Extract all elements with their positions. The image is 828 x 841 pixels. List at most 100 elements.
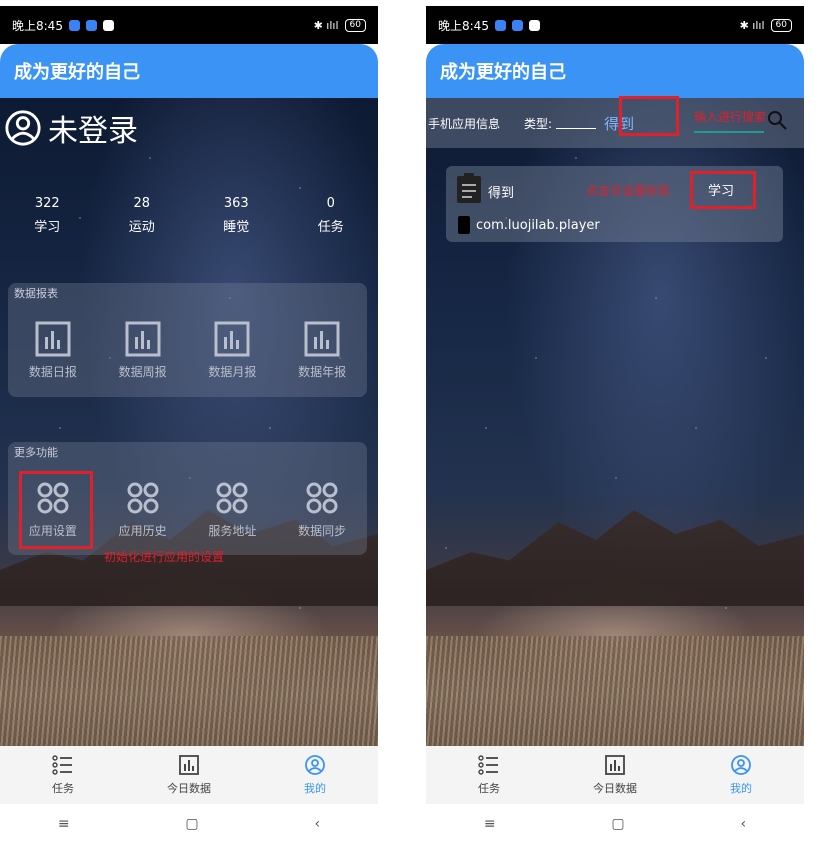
- profile-icon: [305, 755, 325, 775]
- tile-label: 数据同步: [298, 524, 347, 538]
- annotation-init-settings: 初始化进行应用的设置: [104, 550, 225, 564]
- menu-icon[interactable]: ≡: [484, 816, 496, 832]
- home-icon[interactable]: ▢: [185, 816, 198, 832]
- reports-title: 数据报表: [14, 287, 58, 300]
- system-nav-bar: ≡ ▢ ‹: [426, 804, 804, 839]
- filter-toolbar: 手机应用信息 类型: 得到 输入进行搜索: [426, 98, 804, 148]
- grid-dots-icon: [306, 482, 338, 514]
- notification-app-icon: [68, 19, 80, 31]
- app-package-name: com.luojilab.player: [476, 218, 600, 233]
- signal-icon: ✱ ılıl: [313, 18, 339, 32]
- user-avatar-icon: [5, 110, 41, 146]
- stat-label: 睡觉: [223, 220, 250, 235]
- report-weekly-button[interactable]: 数据周报: [98, 321, 188, 380]
- stat-sleep: 363 睡觉: [189, 192, 284, 240]
- notification-app-icon: [528, 19, 540, 31]
- tile-label: 应用历史: [118, 524, 167, 538]
- highlight-type-chip: [619, 96, 679, 136]
- nav-mine[interactable]: 我的: [252, 746, 378, 804]
- grid-dots-icon: [127, 482, 159, 514]
- list-icon: [52, 755, 72, 775]
- nav-tasks[interactable]: 任务: [426, 746, 552, 804]
- report-yearly-button[interactable]: 数据年报: [277, 321, 367, 380]
- app-title-bar: 成为更好的自己: [426, 44, 804, 98]
- system-nav-bar: ≡ ▢ ‹: [0, 804, 378, 841]
- nav-label: 今日数据: [167, 782, 211, 795]
- chart-icon: [179, 755, 199, 775]
- report-monthly-button[interactable]: 数据月报: [188, 321, 278, 380]
- tile-label: 数据年报: [298, 365, 347, 379]
- stat-label: 学习: [34, 220, 61, 235]
- stat-value: 363: [223, 196, 249, 211]
- notification-app-icon: [102, 19, 114, 31]
- bar-chart-icon: [304, 321, 340, 357]
- nav-tasks[interactable]: 任务: [0, 746, 126, 804]
- nav-today-data[interactable]: 今日数据: [126, 746, 252, 804]
- chart-icon: [605, 755, 625, 775]
- tile-label: 数据月报: [208, 365, 257, 379]
- notification-app-icon: [511, 19, 523, 31]
- reports-panel: 数据报表 数据日报 数据周报 数据月报 数据年报: [8, 283, 367, 397]
- profile-icon: [731, 755, 751, 775]
- phone-profile-screen: 晚上8:45 ✱ ılıl 60 成为更好的自己 未登录 322 学习 28 运…: [0, 6, 378, 841]
- search-icon[interactable]: [766, 109, 788, 131]
- nav-label: 今日数据: [593, 782, 637, 795]
- home-icon[interactable]: ▢: [611, 816, 624, 832]
- notification-app-icon: [494, 19, 506, 31]
- stats-row: 322 学习 28 运动 363 睡觉 0 任务: [0, 192, 378, 240]
- stat-value: 28: [133, 196, 151, 211]
- app-title: 成为更好的自己: [14, 62, 140, 83]
- app-name: 得到: [488, 186, 515, 201]
- grid-dots-icon: [216, 482, 248, 514]
- notification-app-icon: [85, 19, 97, 31]
- phone-app-info-screen: 晚上8:45 ✱ ılıl 60 成为更好的自己 手机应用信息 类型: 得到 输…: [426, 6, 804, 839]
- stat-value: 0: [326, 196, 335, 211]
- search-input[interactable]: [694, 131, 764, 133]
- status-bar: 晚上8:45 ✱ ılıl 60: [426, 6, 804, 44]
- login-status[interactable]: 未登录: [4, 106, 138, 150]
- clipboard-icon: [457, 173, 481, 203]
- nav-label: 我的: [304, 782, 326, 795]
- bar-chart-icon: [125, 321, 161, 357]
- status-time: 晚上8:45: [438, 18, 489, 33]
- nav-label: 任务: [478, 782, 500, 795]
- tile-label: 服务地址: [208, 524, 257, 538]
- back-icon[interactable]: ‹: [740, 816, 746, 832]
- stat-task: 0 任务: [284, 192, 379, 240]
- status-bar: 晚上8:45 ✱ ılıl 60: [0, 6, 378, 44]
- bar-chart-icon: [214, 321, 250, 357]
- report-daily-button[interactable]: 数据日报: [8, 321, 98, 380]
- type-label: 类型:: [524, 116, 553, 131]
- nav-today-data[interactable]: 今日数据: [552, 746, 678, 804]
- stat-study: 322 学习: [0, 192, 95, 240]
- highlight-tag: [690, 171, 756, 209]
- signal-icon: ✱ ılıl: [739, 18, 765, 32]
- type-input[interactable]: [556, 117, 597, 129]
- nav-mine[interactable]: 我的: [678, 746, 804, 804]
- app-history-button[interactable]: 应用历史: [98, 480, 188, 539]
- bar-chart-icon: [35, 321, 71, 357]
- server-address-button[interactable]: 服务地址: [188, 480, 278, 539]
- app-info-label: 手机应用信息: [428, 116, 501, 131]
- battery-icon: 60: [344, 18, 366, 32]
- back-icon[interactable]: ‹: [314, 816, 320, 832]
- highlight-app-settings: [19, 471, 93, 549]
- type-filter[interactable]: 类型:: [524, 115, 597, 132]
- bottom-nav: 任务 今日数据 我的: [0, 746, 378, 804]
- phone-icon: [458, 216, 470, 234]
- tag-hint-annotation: 点击可设置标签: [586, 184, 671, 198]
- app-title-bar: 成为更好的自己: [0, 44, 378, 98]
- nav-label: 我的: [730, 782, 752, 795]
- login-text: 未登录: [48, 114, 138, 149]
- menu-icon[interactable]: ≡: [58, 816, 70, 832]
- bottom-nav: 任务 今日数据 我的: [426, 746, 804, 804]
- data-sync-button[interactable]: 数据同步: [277, 480, 367, 539]
- more-functions-title: 更多功能: [14, 446, 58, 459]
- stat-label: 任务: [317, 220, 344, 235]
- tile-label: 数据周报: [118, 365, 167, 379]
- stat-sport: 28 运动: [95, 192, 190, 240]
- battery-icon: 60: [770, 18, 792, 32]
- search-annotation: 输入进行搜索: [694, 110, 767, 124]
- stat-value: 322: [34, 196, 60, 211]
- list-icon: [478, 755, 498, 775]
